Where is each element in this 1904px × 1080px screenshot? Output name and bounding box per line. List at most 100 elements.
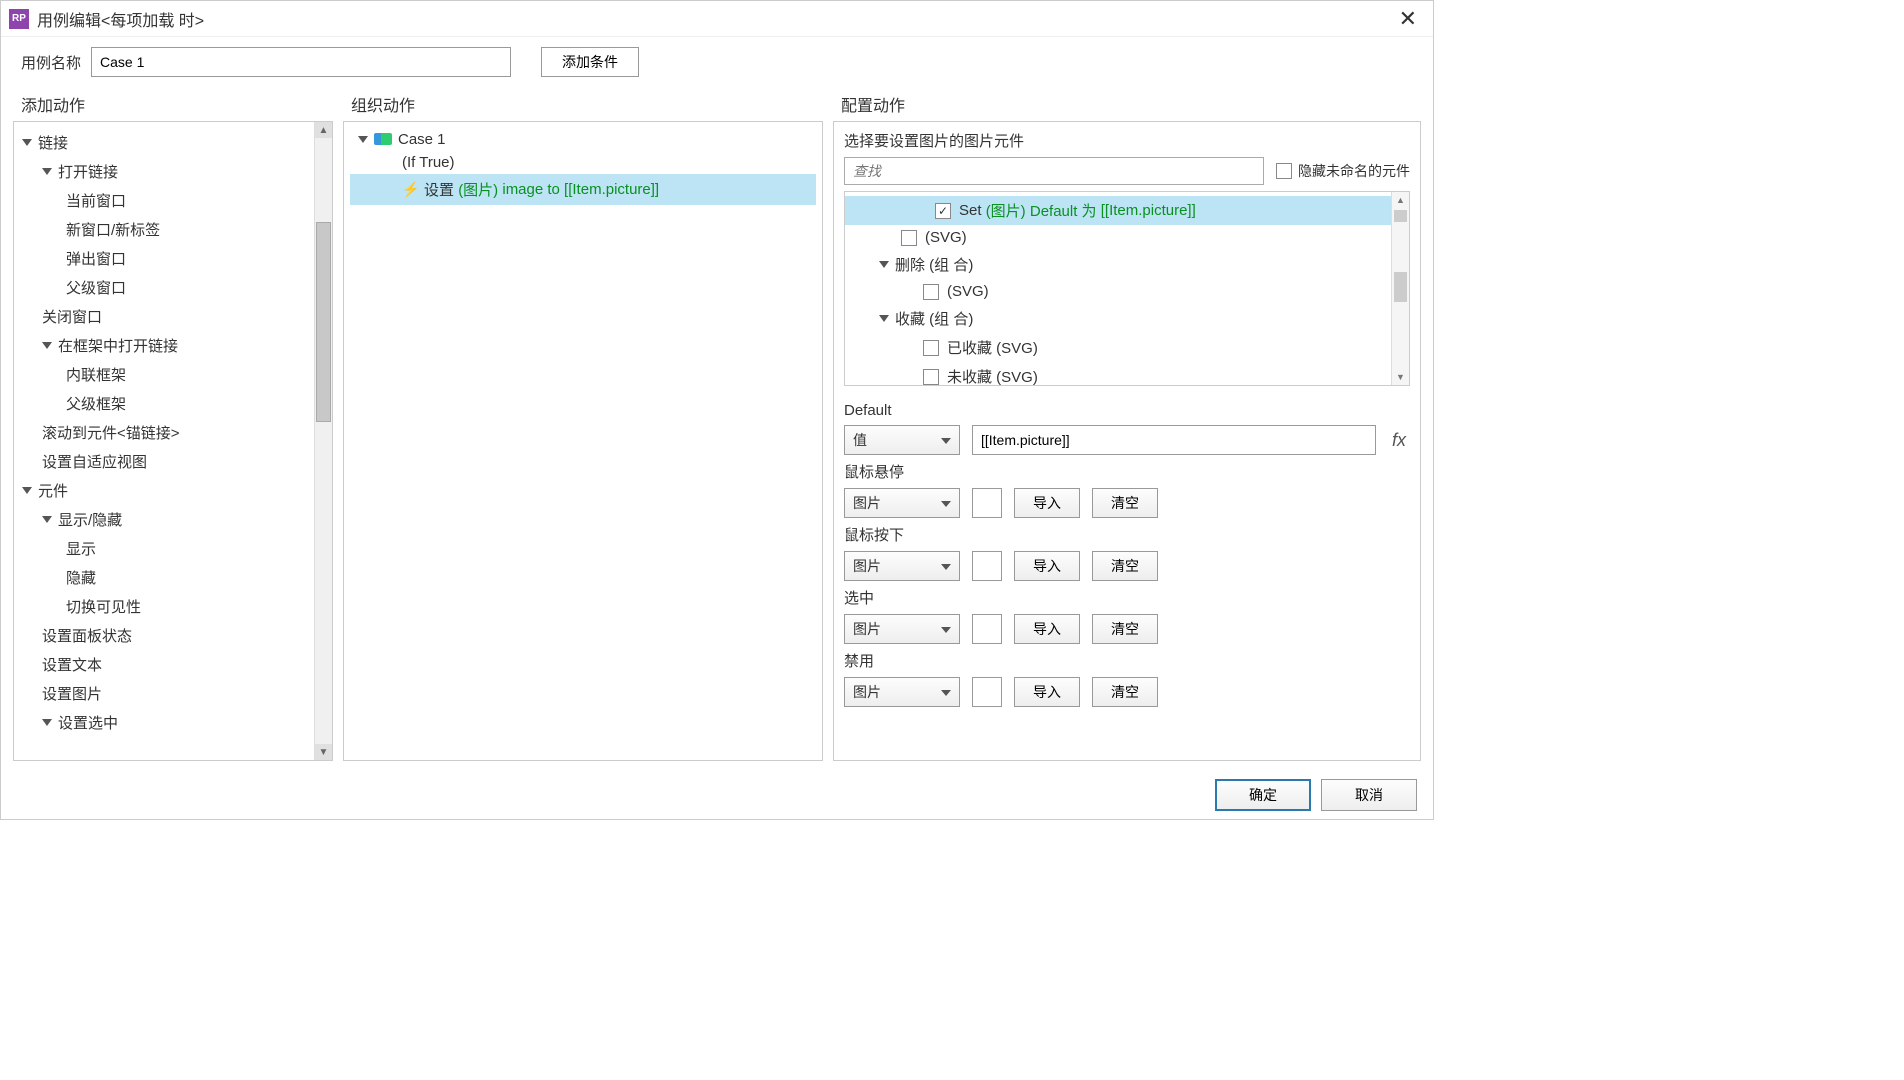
- tree-close-window[interactable]: 关闭窗口: [18, 302, 310, 331]
- tree-show[interactable]: 显示: [18, 534, 310, 563]
- caret-down-icon: [22, 139, 32, 146]
- scroll-up-icon[interactable]: ▲: [315, 122, 332, 138]
- checkbox[interactable]: [923, 369, 939, 385]
- search-input[interactable]: [844, 157, 1264, 185]
- default-source-dropdown[interactable]: 值: [844, 425, 960, 455]
- element-row-svg-2[interactable]: (SVG): [845, 279, 1391, 304]
- element-row-set-image[interactable]: ✓ Set (图片) Default 为 [[Item.picture]]: [845, 196, 1391, 225]
- tree-parent-frame[interactable]: 父级框架: [18, 389, 310, 418]
- tree-set-panel-state[interactable]: 设置面板状态: [18, 621, 310, 650]
- hide-unnamed-checkbox[interactable]: [1276, 163, 1292, 179]
- tree-new-window[interactable]: 新窗口/新标签: [18, 215, 310, 244]
- panels-container: 链接 打开链接 当前窗口 新窗口/新标签 弹出窗口 父级窗口 关闭窗口 在框架中…: [1, 116, 1433, 771]
- element-row-svg-1[interactable]: (SVG): [845, 225, 1391, 250]
- header-organize-action: 组织动作: [351, 92, 841, 116]
- scroll-up-icon[interactable]: ▲: [1392, 192, 1409, 208]
- selected-clear-button[interactable]: 清空: [1092, 614, 1158, 644]
- tree-open-link[interactable]: 打开链接: [18, 157, 310, 186]
- scroll-thumb[interactable]: [1394, 210, 1407, 222]
- org-action-suffix: image to [[Item.picture]]: [502, 181, 659, 198]
- tree-set-adaptive[interactable]: 设置自适应视图: [18, 447, 310, 476]
- org-action-prefix: 设置: [424, 179, 454, 200]
- tree-popup-window[interactable]: 弹出窗口: [18, 244, 310, 273]
- org-condition-row: (If True): [350, 151, 816, 174]
- dialog-footer: 确定 取消: [1, 771, 1433, 819]
- tree-current-window[interactable]: 当前窗口: [18, 186, 310, 215]
- mousedown-preview-box[interactable]: [972, 551, 1002, 581]
- fx-button[interactable]: fx: [1388, 430, 1410, 451]
- disabled-dropdown[interactable]: 图片: [844, 677, 960, 707]
- element-list: ✓ Set (图片) Default 为 [[Item.picture]] (S…: [844, 191, 1410, 386]
- tree-inline-frame[interactable]: 内联框架: [18, 360, 310, 389]
- scroll-thumb[interactable]: [316, 222, 331, 422]
- add-panel-scrollbar[interactable]: ▲ ▼: [314, 122, 332, 760]
- dialog-title: 用例编辑<每项加载 时>: [37, 7, 204, 31]
- caret-down-icon: [879, 261, 889, 268]
- tree-set-selected[interactable]: 设置选中: [18, 708, 310, 737]
- lightning-icon: ⚡: [402, 181, 418, 198]
- hover-import-button[interactable]: 导入: [1014, 488, 1080, 518]
- el-row1-value: [[Item.picture]]: [1101, 202, 1196, 219]
- mousedown-clear-button[interactable]: 清空: [1092, 551, 1158, 581]
- tree-hide[interactable]: 隐藏: [18, 563, 310, 592]
- state-label-selected: 选中: [844, 587, 1410, 608]
- tree-parent-window[interactable]: 父级窗口: [18, 273, 310, 302]
- caret-down-icon: [22, 487, 32, 494]
- checkbox-checked[interactable]: ✓: [935, 203, 951, 219]
- tree-set-image[interactable]: 设置图片: [18, 679, 310, 708]
- selected-dropdown[interactable]: 图片: [844, 614, 960, 644]
- element-row-fav-svg[interactable]: 已收藏 (SVG): [845, 333, 1391, 362]
- org-action-target: (图片): [458, 179, 498, 200]
- case-name-row: 用例名称 添加条件: [1, 37, 1433, 87]
- hover-clear-button[interactable]: 清空: [1092, 488, 1158, 518]
- caret-down-icon: [42, 516, 52, 523]
- panel-add-action: 链接 打开链接 当前窗口 新窗口/新标签 弹出窗口 父级窗口 关闭窗口 在框架中…: [13, 121, 333, 761]
- hover-preview-box[interactable]: [972, 488, 1002, 518]
- caret-down-icon: [42, 342, 52, 349]
- tree-scroll-to[interactable]: 滚动到元件<锚链接>: [18, 418, 310, 447]
- header-add-action: 添加动作: [21, 92, 351, 116]
- selected-import-button[interactable]: 导入: [1014, 614, 1080, 644]
- disabled-import-button[interactable]: 导入: [1014, 677, 1080, 707]
- tree-widgets[interactable]: 元件: [18, 476, 310, 505]
- element-row-unfav-svg[interactable]: 未收藏 (SVG): [845, 362, 1391, 385]
- state-label-hover: 鼠标悬停: [844, 461, 1410, 482]
- tree-set-text[interactable]: 设置文本: [18, 650, 310, 679]
- case-name-label: 用例名称: [21, 52, 81, 73]
- ok-button[interactable]: 确定: [1215, 779, 1311, 811]
- mousedown-dropdown[interactable]: 图片: [844, 551, 960, 581]
- cancel-button[interactable]: 取消: [1321, 779, 1417, 811]
- close-button[interactable]: ✕: [1391, 6, 1425, 32]
- default-label: Default: [844, 402, 1410, 419]
- selected-preview-box[interactable]: [972, 614, 1002, 644]
- scroll-thumb-2[interactable]: [1394, 272, 1407, 302]
- element-row-fav-group[interactable]: 收藏 (组 合): [845, 304, 1391, 333]
- tree-open-in-frame[interactable]: 在框架中打开链接: [18, 331, 310, 360]
- hover-dropdown[interactable]: 图片: [844, 488, 960, 518]
- scroll-down-icon[interactable]: ▼: [315, 744, 332, 760]
- org-action-row[interactable]: ⚡ 设置 (图片) image to [[Item.picture]]: [350, 174, 816, 205]
- caret-down-icon: [358, 136, 368, 143]
- checkbox[interactable]: [923, 340, 939, 356]
- el-row1-mid: Default 为: [1030, 200, 1097, 221]
- scroll-down-icon[interactable]: ▼: [1392, 369, 1409, 385]
- element-list-scrollbar[interactable]: ▲ ▼: [1391, 192, 1409, 385]
- title-bar: RP 用例编辑<每项加载 时> ✕: [1, 1, 1433, 37]
- configure-header: 选择要设置图片的图片元件: [844, 128, 1410, 157]
- element-row-delete-group[interactable]: 删除 (组 合): [845, 250, 1391, 279]
- hide-unnamed-toggle[interactable]: 隐藏未命名的元件: [1276, 161, 1410, 181]
- disabled-clear-button[interactable]: 清空: [1092, 677, 1158, 707]
- checkbox[interactable]: [923, 284, 939, 300]
- action-tree[interactable]: 链接 打开链接 当前窗口 新窗口/新标签 弹出窗口 父级窗口 关闭窗口 在框架中…: [14, 122, 314, 760]
- default-value-input[interactable]: [972, 425, 1376, 455]
- mousedown-import-button[interactable]: 导入: [1014, 551, 1080, 581]
- disabled-preview-box[interactable]: [972, 677, 1002, 707]
- checkbox[interactable]: [901, 230, 917, 246]
- case-icon: [374, 133, 392, 147]
- tree-links[interactable]: 链接: [18, 128, 310, 157]
- case-name-input[interactable]: [91, 47, 511, 77]
- org-case-row[interactable]: Case 1: [350, 128, 816, 151]
- add-condition-button[interactable]: 添加条件: [541, 47, 639, 77]
- tree-toggle-visibility[interactable]: 切换可见性: [18, 592, 310, 621]
- tree-show-hide[interactable]: 显示/隐藏: [18, 505, 310, 534]
